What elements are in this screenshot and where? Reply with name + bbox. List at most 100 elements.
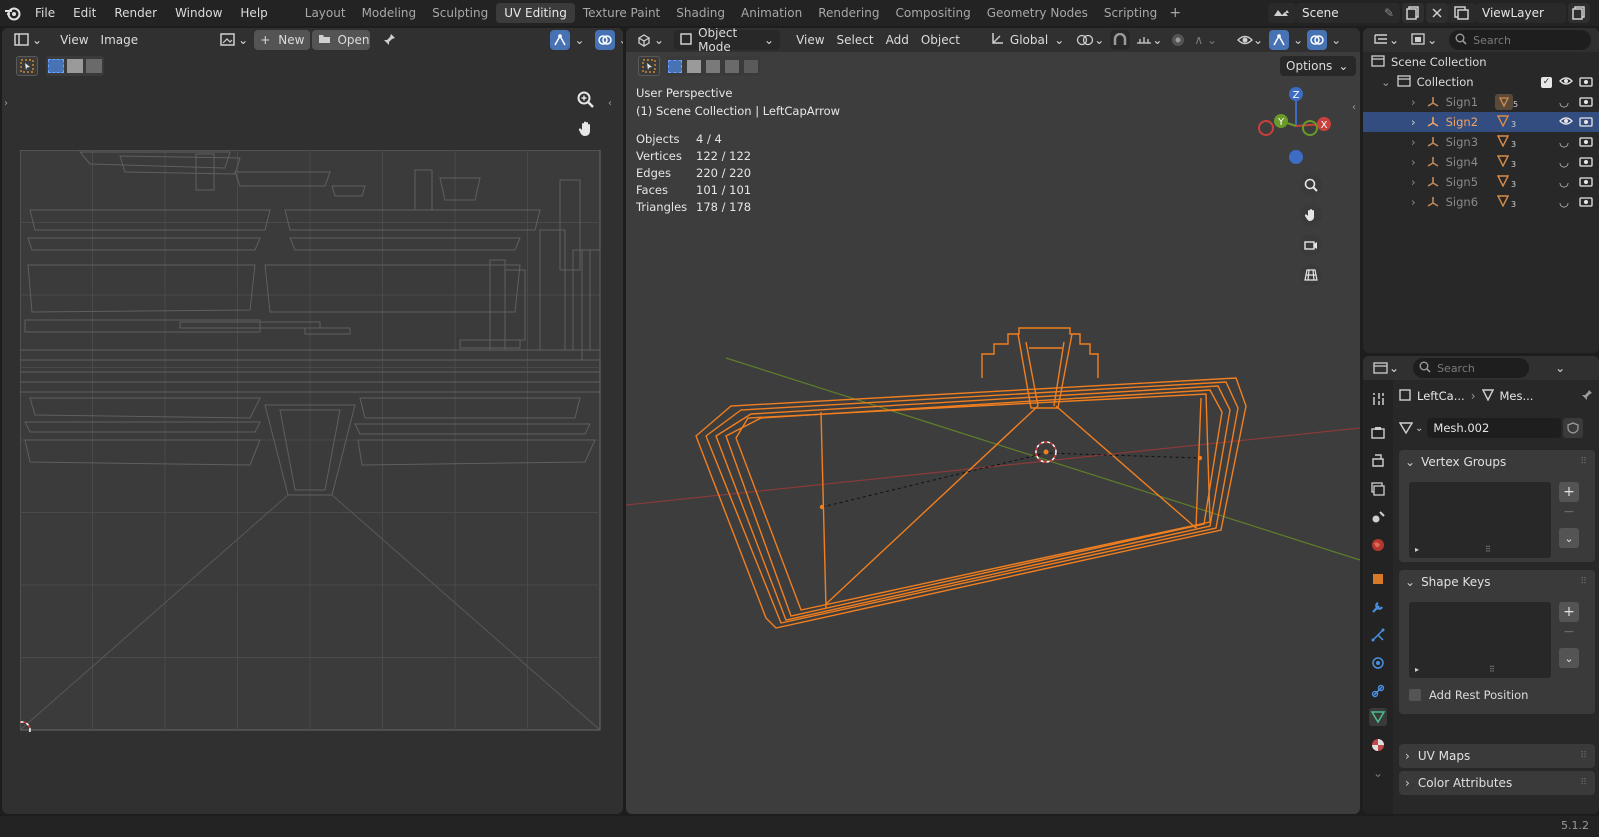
vertex-groups-header[interactable]: ⌄ Vertex Groups ⠿ [1399, 450, 1595, 474]
eye-closed-icon[interactable]: ◡ [1559, 195, 1569, 209]
blender-logo-icon[interactable] [0, 0, 26, 26]
eye-closed-icon[interactable]: ◡ [1559, 175, 1569, 189]
options-dropdown-icon[interactable]: ⌄ [1549, 358, 1571, 378]
view-layer-icon[interactable] [1448, 3, 1476, 23]
vertex-group-list[interactable]: ▸ ⠿ [1409, 482, 1551, 558]
select-new-icon[interactable] [47, 59, 64, 73]
eye-closed-icon[interactable]: ◡ [1559, 155, 1569, 169]
constraints-tab-icon[interactable] [1369, 682, 1387, 700]
drag-handle-icon[interactable]: ⠿ [1580, 778, 1587, 788]
mesh-data-icon[interactable] [1496, 154, 1510, 170]
tab-shading[interactable]: Shading [668, 3, 733, 23]
open-image-button[interactable]: Open [312, 30, 371, 50]
list-resize-handle-icon[interactable]: ⠿ [1489, 665, 1495, 674]
menu-window[interactable]: Window [166, 0, 231, 26]
scene-type-icon[interactable] [1268, 3, 1296, 23]
expand-right-icon[interactable]: › [1411, 175, 1416, 189]
drag-handle-icon[interactable]: ⠿ [1580, 577, 1587, 587]
menu-edit[interactable]: Edit [64, 0, 105, 26]
expand-down-icon[interactable]: ⌄ [1381, 75, 1391, 89]
menu-help[interactable]: Help [231, 0, 276, 26]
new-scene-icon[interactable] [1402, 3, 1424, 23]
color-attributes-header[interactable]: › Color Attributes ⠿ [1399, 771, 1595, 795]
uv-layout-canvas[interactable] [20, 150, 602, 732]
remove-shape-key-button[interactable]: − [1559, 622, 1579, 642]
mesh-data-icon[interactable] [1496, 174, 1510, 190]
mesh-browse-icon[interactable]: ⌄ [1399, 422, 1423, 434]
output-tab-icon[interactable] [1369, 452, 1387, 470]
list-filter-icon[interactable]: ▸ [1415, 665, 1419, 674]
fake-user-shield-icon[interactable] [1563, 418, 1584, 438]
outliner-item-sign3[interactable]: › Sign3 3 ◡ [1363, 132, 1599, 152]
display-mode-icon[interactable]: ⌄ [1405, 30, 1443, 50]
object-tab-icon[interactable] [1369, 570, 1387, 588]
chevron-down-icon[interactable]: ⌄ [574, 33, 584, 47]
scene-tab-icon[interactable] [1369, 508, 1387, 526]
tab-rendering[interactable]: Rendering [810, 3, 887, 23]
outliner-scene-collection[interactable]: Scene Collection [1363, 52, 1599, 72]
mesh-name-field[interactable]: Mesh.002 [1427, 418, 1562, 438]
menu-image[interactable]: Image [95, 30, 145, 50]
image-browse-icon[interactable]: ⌄ [214, 30, 254, 50]
mesh-data-icon[interactable] [1495, 94, 1513, 110]
eye-icon[interactable] [1559, 75, 1573, 89]
add-rest-position-checkbox[interactable] [1409, 689, 1421, 701]
shape-keys-header[interactable]: ⌄ Shape Keys ⠿ [1399, 570, 1595, 594]
outliner-collection-row[interactable]: ⌄ Collection ✓ [1363, 72, 1599, 92]
outliner-item-sign5[interactable]: › Sign5 3 ◡ [1363, 172, 1599, 192]
expand-right-icon[interactable]: › [1411, 95, 1416, 109]
menu-render[interactable]: Render [105, 0, 166, 26]
pan-hand-icon[interactable] [1300, 204, 1322, 226]
sidebar-toggle-icon[interactable]: ‹ [608, 98, 612, 109]
tab-texture-paint[interactable]: Texture Paint [575, 3, 668, 23]
tab-animation[interactable]: Animation [733, 3, 810, 23]
editor-type-icon[interactable]: ⌄ [8, 30, 48, 50]
mesh-data-icon[interactable] [1496, 114, 1510, 130]
new-image-button[interactable]: + New [254, 30, 311, 50]
list-filter-icon[interactable]: ▸ [1415, 545, 1419, 554]
uv-sync-selection-icon[interactable] [550, 30, 571, 50]
pan-hand-icon[interactable] [577, 120, 595, 141]
pin-icon[interactable]: ✎ [1384, 6, 1394, 20]
toolbar-toggle-icon[interactable]: › [4, 98, 8, 109]
eye-closed-icon[interactable]: ◡ [1559, 135, 1569, 149]
camera-icon[interactable] [1579, 135, 1593, 150]
drag-handle-icon[interactable]: ⠿ [1580, 457, 1587, 467]
perspective-toggle-icon[interactable] [1300, 264, 1322, 286]
list-resize-handle-icon[interactable]: ⠿ [1485, 545, 1491, 554]
zoom-icon[interactable] [577, 91, 595, 112]
render-tab-icon[interactable] [1369, 424, 1387, 442]
eye-closed-icon[interactable]: ◡ [1559, 95, 1569, 109]
outliner-search-input[interactable]: Search [1449, 30, 1592, 50]
shape-key-list[interactable]: ▸ ⠿ [1409, 602, 1551, 678]
camera-icon[interactable] [1579, 195, 1593, 210]
navigation-gizmo[interactable]: Z X Y [1254, 84, 1344, 174]
data-tab-icon[interactable] [1369, 708, 1387, 726]
overlays-icon[interactable] [594, 30, 615, 50]
shape-key-specials-icon[interactable]: ⌄ [1559, 648, 1579, 668]
tab-modeling[interactable]: Modeling [354, 3, 425, 23]
camera-icon[interactable] [1579, 95, 1593, 110]
tab-compositing[interactable]: Compositing [887, 3, 978, 23]
expand-right-icon[interactable]: › [1411, 155, 1416, 169]
editor-type-icon[interactable]: ⌄ [1367, 358, 1405, 378]
scene-selector[interactable]: Scene ✎ [1296, 3, 1400, 23]
view-layer-selector[interactable]: ViewLayer [1476, 3, 1566, 23]
expand-right-icon[interactable]: › [1411, 135, 1416, 149]
new-view-layer-icon[interactable] [1568, 3, 1590, 23]
camera-icon[interactable] [1579, 115, 1593, 130]
properties-search-input[interactable]: Search [1413, 358, 1530, 378]
outliner-item-sign4[interactable]: › Sign4 3 ◡ [1363, 152, 1599, 172]
tab-uv-editing[interactable]: UV Editing [496, 3, 575, 23]
select-extend-icon[interactable] [66, 59, 83, 73]
tab-geometry-nodes[interactable]: Geometry Nodes [979, 3, 1096, 23]
add-workspace-icon[interactable]: + [1165, 5, 1185, 21]
view-layer-tab-icon[interactable] [1369, 480, 1387, 498]
camera-icon[interactable] [1579, 75, 1593, 90]
outliner-item-sign1[interactable]: › Sign1 5 ◡ [1363, 92, 1599, 112]
eye-icon[interactable] [1559, 115, 1573, 129]
zoom-icon[interactable] [1300, 174, 1322, 196]
tab-scripting[interactable]: Scripting [1096, 3, 1165, 23]
drag-handle-icon[interactable]: ⠿ [1580, 751, 1587, 761]
remove-vertex-group-button[interactable]: − [1559, 502, 1579, 522]
